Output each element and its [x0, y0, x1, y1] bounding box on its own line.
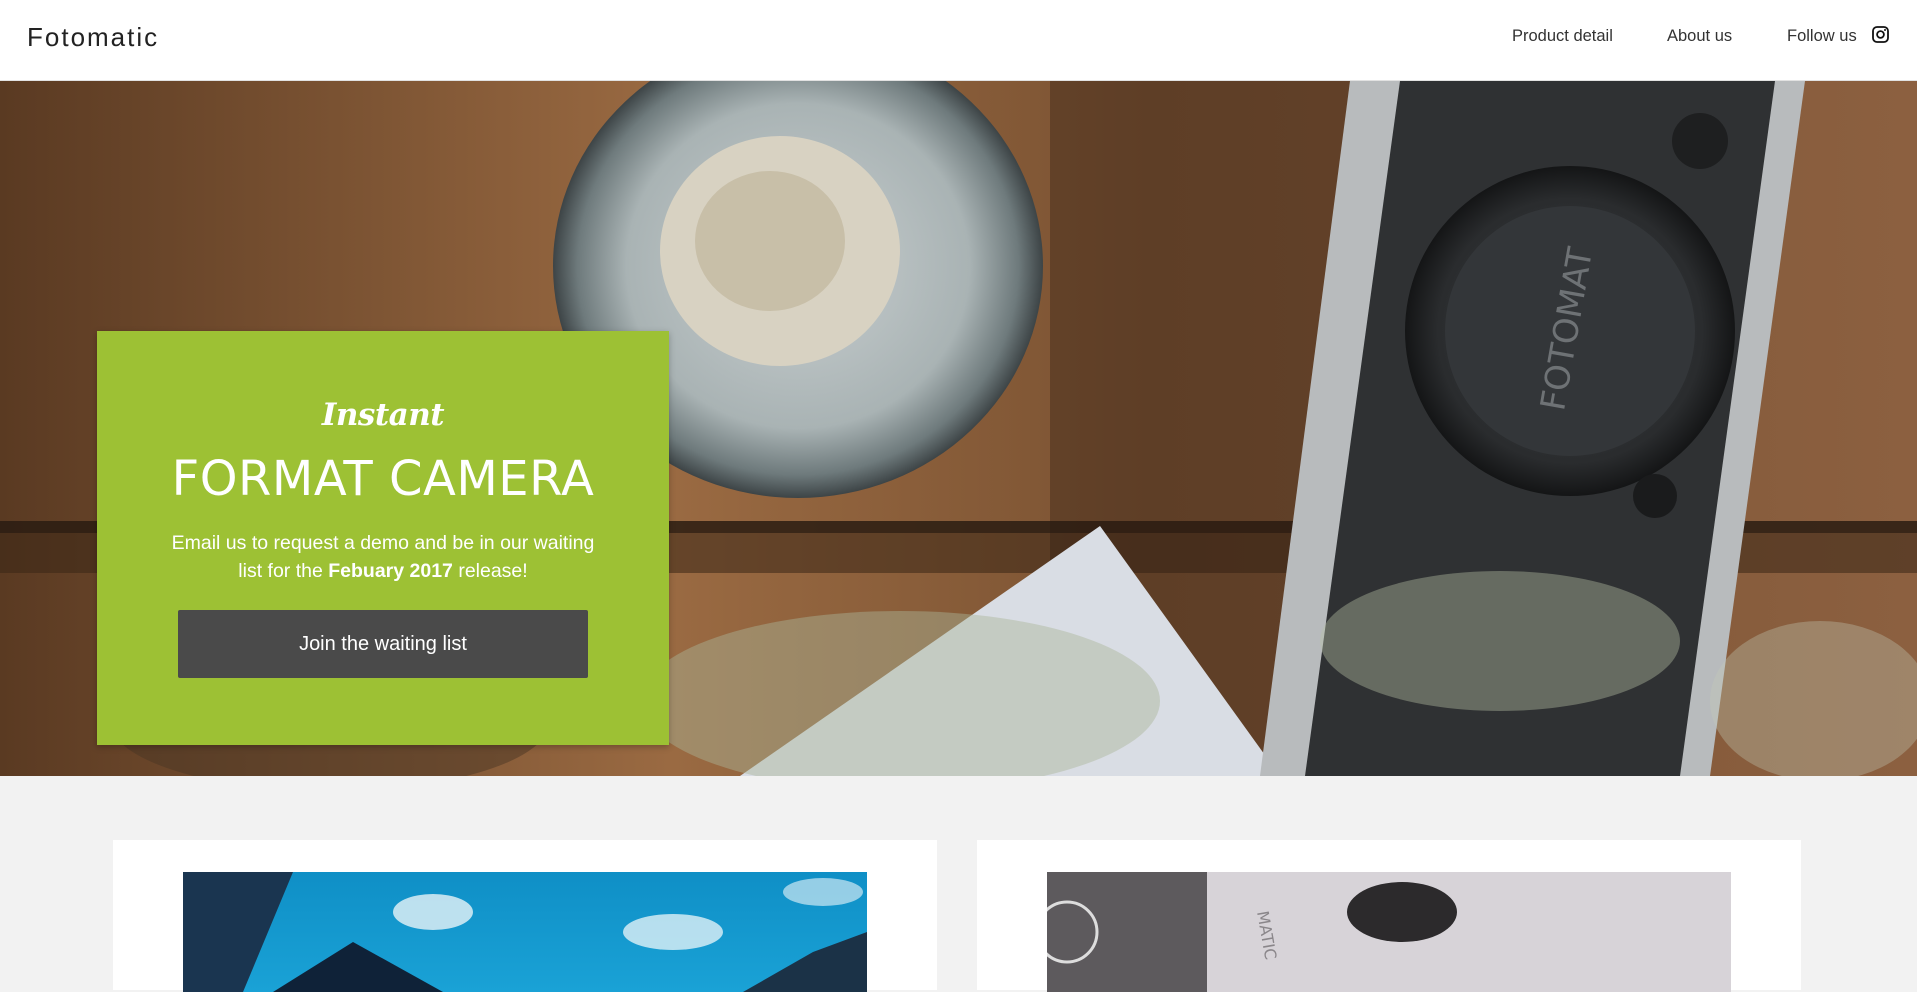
camera-closeup-photo: MATIC: [1047, 872, 1731, 992]
blue-sky-landscape-photo: [183, 872, 867, 992]
promo-release-date: Febuary 2017: [328, 560, 453, 582]
nav-link-product-detail[interactable]: Product detail: [1512, 27, 1613, 46]
promo-script-label: Instant: [321, 397, 445, 433]
promo-description: Email us to request a demo and be in our…: [167, 529, 599, 585]
brand-logo[interactable]: Fotomatic: [27, 22, 159, 53]
promo-title: FORMAT CAMERA: [171, 451, 595, 507]
top-navigation-bar: Fotomatic Product detail About us Follow…: [0, 0, 1917, 81]
feature-card: [113, 840, 937, 992]
join-waiting-list-button[interactable]: Join the waiting list: [178, 610, 588, 678]
hero-section: FOTOMAT Instant FORMAT CAMERA Email us t…: [0, 81, 1917, 776]
nav-link-about-us[interactable]: About us: [1667, 27, 1732, 46]
instagram-icon[interactable]: [1872, 26, 1889, 43]
nav-link-follow-us[interactable]: Follow us: [1787, 27, 1857, 46]
promo-card: Instant FORMAT CAMERA Email us to reques…: [97, 331, 669, 745]
feature-card: MATIC: [977, 840, 1801, 992]
promo-description-suffix: release!: [452, 560, 528, 582]
